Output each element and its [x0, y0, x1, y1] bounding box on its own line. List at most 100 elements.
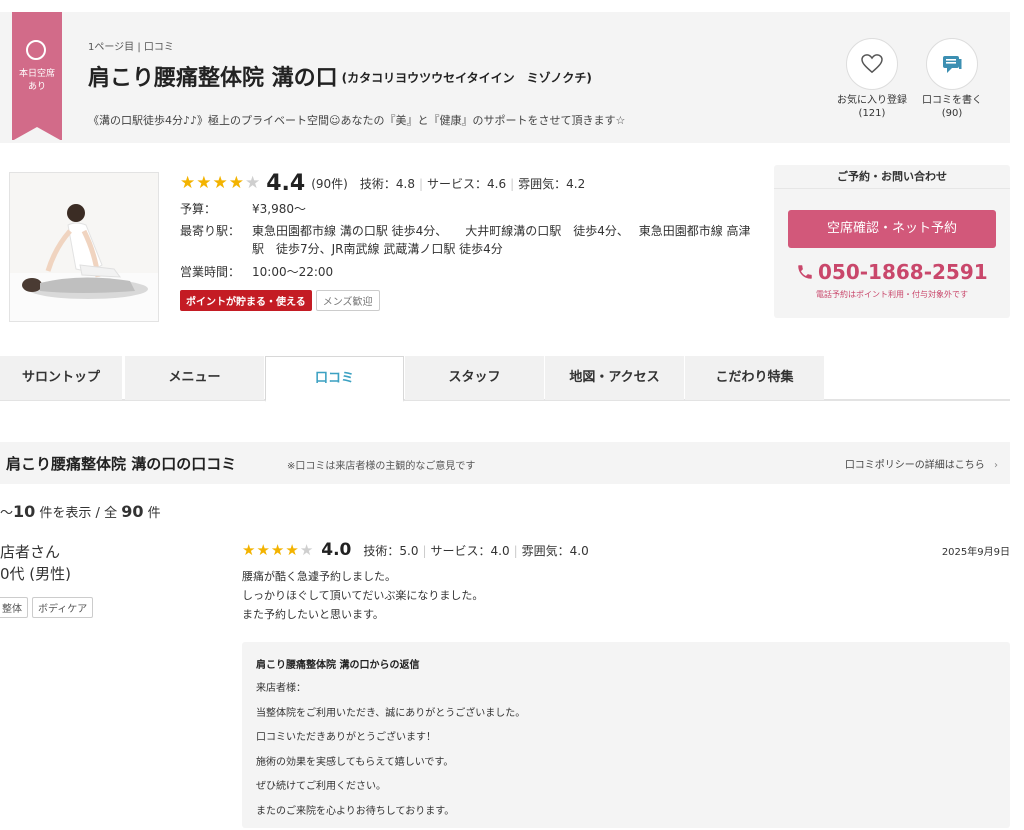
star-icon: ★	[212, 173, 228, 193]
vacancy-badge: 本日空席 あり	[12, 12, 62, 141]
rating-score: 4.4	[266, 171, 306, 196]
count-suffix: 件	[147, 506, 161, 521]
overall-rating: ★ ★ ★ ★ ★ 4.4 (90件) 技術：4.8 | サービス：4.6 | 雰囲気：4.2	[180, 171, 585, 196]
salon-name: 肩こり腰痛整体院 溝の口	[88, 66, 338, 91]
review-stars: ★ ★ ★ ★ ★	[242, 540, 314, 559]
write-review-button[interactable]: 口コミを書く (90)	[912, 38, 992, 120]
salon-tabs: サロントップ メニュー 口コミ スタッフ 地図・アクセス こだわり特集	[0, 356, 1010, 402]
star-icon: ★	[180, 173, 196, 193]
menu-tag: ボディケア	[32, 597, 94, 618]
technique-rating: 技術：4.8	[359, 177, 415, 191]
star-icon: ★	[242, 540, 256, 559]
sub-ratings: 技術：4.8 | サービス：4.6 | 雰囲気：4.2	[359, 177, 586, 191]
catch-copy: 《溝の口駅徒歩4分♪♪》極上のプライベート空間☺あなたの『美』と『健康』のサポー…	[88, 114, 626, 127]
phone-icon	[798, 265, 812, 279]
point-badge: ポイントが貯まる・使える	[180, 290, 312, 311]
phone-number-link[interactable]: 050-1868-2591	[796, 260, 988, 284]
tab-reviews[interactable]: 口コミ	[265, 356, 404, 402]
reply-body: 来店者様： 当整体院をご利用いただき、誠にありがとうございました。 口コミいただ…	[256, 677, 525, 824]
write-review-label: 口コミを書く	[922, 95, 982, 106]
station-label: 最寄り駅：	[180, 224, 241, 238]
tab-staff[interactable]: スタッフ	[405, 356, 544, 400]
salon-reply: 肩こり腰痛整体院 溝の口からの返信 来店者様： 当整体院をご利用いただき、誠にあ…	[242, 642, 1010, 828]
breadcrumb: 1ページ目 | 口コミ	[88, 42, 174, 53]
reply-line: 施術の効果を実感してもらえて嬉しいです。	[256, 756, 454, 768]
review-policy-label: 口コミポリシーの詳細はこちら	[844, 460, 985, 471]
reviewer-name: 店者さん	[0, 543, 61, 561]
hours-value: 10:00〜22:00	[252, 265, 334, 279]
review-service: サービス：4.0	[430, 543, 510, 558]
phone-note: 電話予約はポイント利用・付与対象外です	[816, 290, 968, 299]
budget-label: 予算：	[180, 202, 217, 216]
review-body: 腰痛が酷く急遽予約しました。 しっかりほぐして頂いてだいぶ楽になりました。 また…	[242, 567, 483, 624]
star-empty-icon: ★	[299, 540, 314, 559]
star-icon: ★	[256, 540, 270, 559]
reviews-title: 肩こり腰痛整体院 溝の口の口コミ	[6, 455, 237, 473]
star-empty-icon: ★	[245, 173, 261, 193]
service-rating: サービス：4.6	[427, 177, 507, 191]
mens-welcome-badge: メンズ歓迎	[315, 290, 380, 311]
feature-badges: ポイントが貯まる・使える メンズ歓迎	[180, 290, 380, 311]
count-mid: 件を表示 / 全	[39, 506, 118, 521]
menu-tag: 整体	[0, 597, 28, 618]
treatment-photo-image	[10, 173, 158, 321]
salon-name-kana: (カタコリヨウツウセイタイイン ミゾノクチ)	[341, 71, 592, 85]
reviewer-info: 店者さん 0代 (男性)	[0, 541, 71, 585]
result-count: 〜10 件を表示 / 全 90 件	[0, 502, 161, 521]
write-review-count: (90)	[941, 108, 963, 119]
star-icon: ★	[228, 173, 244, 193]
reply-line: 来店者様：	[256, 683, 306, 694]
reply-line: 当整体院をご利用いただき、誠にありがとうございました。	[256, 707, 526, 719]
salon-header: 本日空席 あり 1ページ目 | 口コミ 肩こり腰痛整体院 溝の口 (カタコリヨウツ…	[0, 12, 1010, 143]
reviews-section-header: 肩こり腰痛整体院 溝の口の口コミ ※口コミは来店者様の主観的なご意見です 口コミ…	[0, 442, 1010, 484]
review-score: 4.0	[321, 540, 352, 560]
star-icon: ★	[270, 540, 285, 559]
reply-line: 口コミいただきありがとうございます！	[256, 732, 436, 743]
vacancy-text: 本日空席 あり	[18, 69, 55, 92]
budget-row: 予算： ¥3,980〜	[180, 200, 306, 217]
hours-label: 営業時間：	[180, 265, 241, 279]
reserve-button[interactable]: 空席確認・ネット予約	[788, 210, 996, 248]
review-line: しっかりほぐして頂いてだいぶ楽になりました。	[242, 589, 484, 602]
reviewer-tags: 整体 ボディケア	[0, 597, 94, 618]
count-prefix: 〜	[0, 506, 14, 521]
rating-stars: ★ ★ ★ ★ ★	[180, 175, 260, 192]
atmosphere-rating: 雰囲気：4.2	[518, 177, 586, 191]
count-total: 90	[121, 502, 144, 521]
phone-number: 050-1868-2591	[818, 260, 988, 284]
reviewer-age: 0代 (男性)	[0, 565, 72, 583]
favorite-button[interactable]: お気に入り登録 (121)	[832, 38, 912, 120]
favorite-label: お気に入り登録	[837, 95, 907, 106]
speech-bubble-icon	[926, 38, 978, 90]
tab-menu[interactable]: メニュー	[125, 356, 264, 400]
reservation-heading: ご予約・お問い合わせ	[774, 165, 1010, 189]
salon-photo[interactable]	[9, 172, 159, 322]
review-policy-link[interactable]: 口コミポリシーの詳細はこちら ›	[845, 456, 998, 471]
reply-title: 肩こり腰痛整体院 溝の口からの返信	[256, 660, 420, 671]
hours-row: 営業時間： 10:00〜22:00	[180, 263, 333, 280]
review-atmosphere: 雰囲気：4.0	[521, 543, 589, 558]
station-value: 東急田園都市線 溝の口駅 徒歩4分、 大井町線溝の口駅 徒歩4分、 東急田園都市…	[252, 224, 751, 256]
reply-line: またのご来院を心よりお待ちしております。	[256, 805, 455, 817]
review-line: また予約したいと思います。	[242, 608, 384, 621]
vacancy-circle-icon	[26, 40, 46, 60]
reviews-note: ※口コミは来店者様の主観的なご意見です	[287, 461, 476, 472]
tab-map-access[interactable]: 地図・アクセス	[545, 356, 684, 400]
station-row: 最寄り駅： 東急田園都市線 溝の口駅 徒歩4分、 大井町線溝の口駅 徒歩4分、 東…	[180, 222, 760, 258]
count-shown: 10	[13, 502, 36, 521]
tab-special-features[interactable]: こだわり特集	[685, 356, 824, 400]
star-icon: ★	[285, 540, 299, 559]
review-date: 2025年9月9日	[941, 547, 1010, 558]
reply-line: ぜひ続けてご利用ください。	[256, 781, 386, 792]
budget-value: ¥3,980〜	[252, 202, 306, 216]
review-technique: 技術：5.0	[363, 543, 419, 558]
review-count-link[interactable]: (90件)	[311, 175, 348, 192]
review-rating: ★ ★ ★ ★ ★ 4.0 技術：5.0 | サービス：4.0 | 雰囲気：4.0	[242, 540, 589, 560]
favorite-count: (121)	[858, 108, 886, 119]
tab-salon-top[interactable]: サロントップ	[0, 356, 122, 400]
page-title: 肩こり腰痛整体院 溝の口 (カタコリヨウツウセイタイイン ミゾノクチ)	[88, 60, 592, 92]
reservation-box: ご予約・お問い合わせ 空席確認・ネット予約 050-1868-2591 電話予約…	[774, 165, 1010, 318]
star-icon: ★	[196, 173, 212, 193]
review-line: 腰痛が酷く急遽予約しました。	[242, 570, 396, 583]
review-sub-ratings: 技術：5.0 | サービス：4.0 | 雰囲気：4.0	[363, 543, 589, 558]
